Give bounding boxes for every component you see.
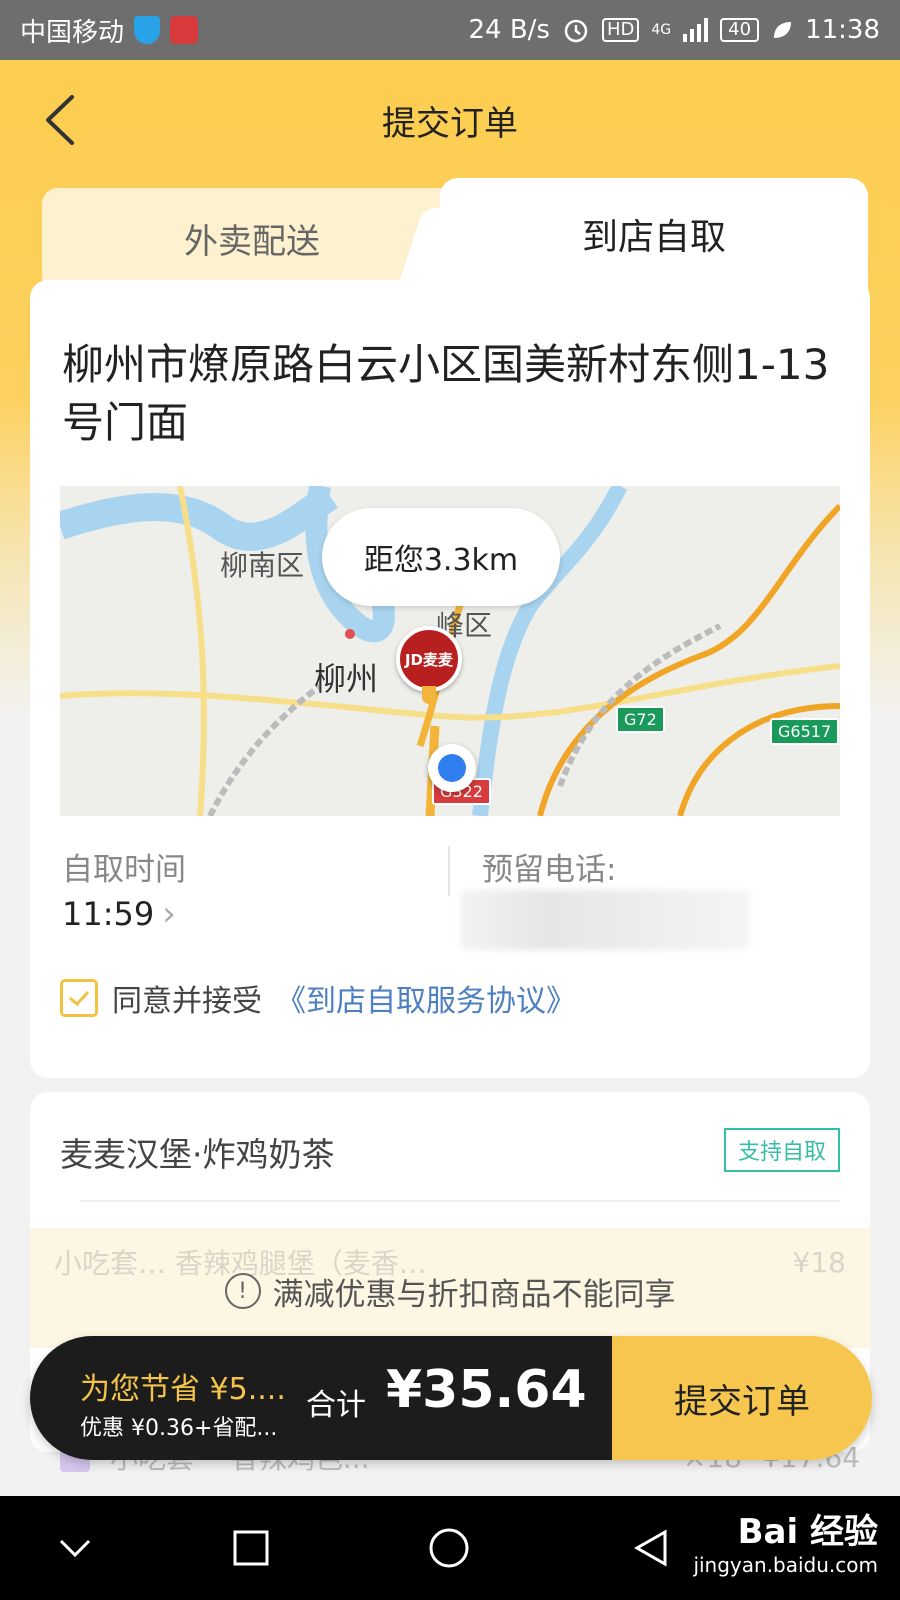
watermark-main: Bai 经验 <box>737 1512 878 1552</box>
divider <box>448 846 450 896</box>
store-map[interactable]: 柳南区 柳州 峰区 G72 G6517 G322 距您3.3km JD麦麦 <box>60 486 840 816</box>
shop-logo-icon: JD麦麦 <box>396 626 462 692</box>
divider <box>80 1200 840 1202</box>
nav-header: 提交订单 <box>0 60 900 182</box>
shop-name: 麦麦汉堡·炸鸡奶茶 <box>60 1135 335 1174</box>
chevron-down-icon <box>59 1539 91 1558</box>
home-button[interactable] <box>424 1496 474 1600</box>
battery-icon: 40 <box>720 18 760 42</box>
system-back-button[interactable] <box>626 1496 676 1600</box>
chevron-right-icon: › <box>162 894 176 934</box>
clock: 11:38 <box>805 15 880 45</box>
status-bar: 中国移动 24 B/s HD 4G 40 11:38 <box>0 0 900 60</box>
network-speed: 24 B/s <box>468 15 550 45</box>
tab-delivery[interactable]: 外卖配送 <box>42 188 462 288</box>
map-label-liunan: 柳南区 <box>220 549 305 582</box>
carrier-name: 中国移动 <box>20 17 125 48</box>
total-label: 合计 <box>306 1388 366 1423</box>
shield-icon <box>134 16 161 44</box>
road-badge-g6517: G6517 <box>770 718 840 745</box>
circle-icon <box>429 1528 469 1568</box>
agreement-checkbox[interactable] <box>60 979 98 1017</box>
pickup-supported-badge: 支持自取 <box>723 1128 840 1172</box>
promo-notice-text: 满减优惠与折扣商品不能同享 <box>272 1276 676 1313</box>
hd-icon: HD <box>601 18 640 42</box>
hide-nav-button[interactable] <box>50 1496 100 1600</box>
user-location-icon <box>428 744 476 792</box>
submit-order-label: 提交订单 <box>674 1381 810 1422</box>
tab-pickup[interactable]: 到店自取 <box>440 178 868 290</box>
agreement-text: 同意并接受 <box>112 984 262 1019</box>
system-nav-bar: Bai 经验 jingyan.baidu.com <box>0 1496 900 1600</box>
agreement-link[interactable]: 《到店自取服务协议》 <box>276 976 576 1020</box>
store-address: 柳州市燎原路白云小区国美新村东侧1-13号门面 <box>62 340 830 447</box>
pickup-card: 柳州市燎原路白云小区国美新村东侧1-13号门面 柳南区 柳州 峰区 G72 G6… <box>30 280 870 1078</box>
network-type: 4G <box>651 22 672 38</box>
pickup-time-selector[interactable]: 11:59 › <box>62 894 176 934</box>
distance-bubble: 距您3.3km <box>322 508 560 606</box>
discount-detail: 优惠 ¥0.36+省配... <box>80 1416 278 1441</box>
road-badge-g72: G72 <box>616 706 665 733</box>
agreement-row: 同意并接受 《到店自取服务协议》 <box>60 976 576 1020</box>
promo-notice: ! 满减优惠与折扣商品不能同享 <box>0 1262 900 1320</box>
checkout-bar: 为您节省 ¥5.... 优惠 ¥0.36+省配... 合计 ¥35.64 提交订… <box>30 1336 872 1460</box>
checkout-summary[interactable]: 为您节省 ¥5.... 优惠 ¥0.36+省配... 合计 ¥35.64 <box>30 1336 612 1460</box>
pin-tail <box>422 686 436 704</box>
shop-location-pin[interactable]: JD麦麦 <box>396 626 466 708</box>
watermark-url: jingyan.baidu.com <box>693 1553 878 1577</box>
recents-button[interactable] <box>226 1496 276 1600</box>
alarm-icon <box>564 19 588 43</box>
baidu-watermark: Bai 经验 jingyan.baidu.com <box>693 1504 878 1577</box>
exclamation-icon: ! <box>224 1273 261 1309</box>
page-title: 提交订单 <box>382 104 518 144</box>
app-notification-icon <box>170 16 199 44</box>
savings-text: 为您节省 ¥5.... <box>80 1372 286 1407</box>
total-amount: ¥35.64 <box>386 1360 587 1420</box>
triangle-back-icon <box>634 1529 667 1567</box>
leaf-icon <box>774 22 792 38</box>
submit-order-button[interactable]: 提交订单 <box>612 1336 872 1460</box>
check-icon <box>69 990 90 1007</box>
map-label-liuzhou: 柳州 <box>314 660 379 698</box>
square-icon <box>233 1530 269 1566</box>
pickup-time-label: 自取时间 <box>62 852 186 888</box>
tab-delivery-label: 外卖配送 <box>184 221 320 262</box>
pickup-time-value: 11:59 <box>62 895 155 933</box>
phone-field-redacted[interactable] <box>460 890 750 950</box>
signal-icon <box>683 18 709 42</box>
tab-pickup-label: 到店自取 <box>581 217 726 258</box>
phone-label: 预留电话: <box>482 852 617 888</box>
